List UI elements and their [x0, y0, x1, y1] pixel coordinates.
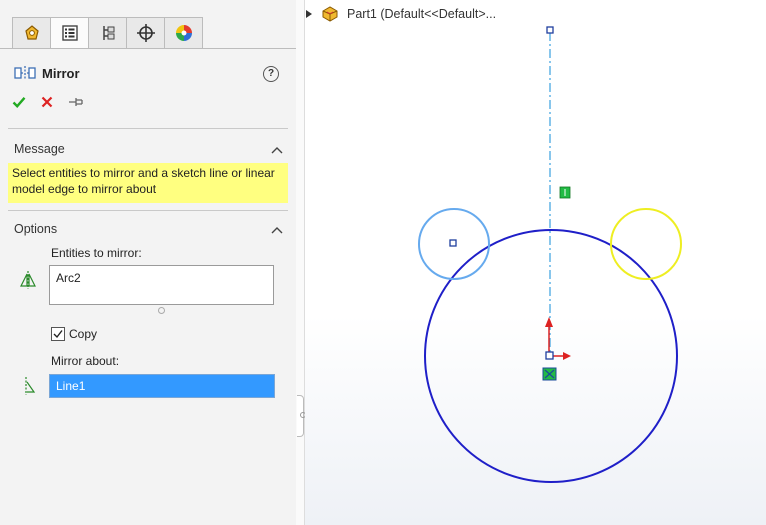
copy-label[interactable]: Copy — [69, 327, 97, 341]
centerline-endpoint[interactable] — [546, 26, 554, 34]
tab-divider — [0, 48, 296, 49]
flyout-feature-tree[interactable]: Part1 (Default<<Default>... — [305, 6, 496, 22]
sketch-canvas[interactable] — [305, 0, 766, 525]
origin-x-arrowhead — [563, 352, 571, 360]
mirror-about-field[interactable]: Line1 — [49, 374, 275, 398]
tab-dimxpert-manager[interactable] — [126, 17, 164, 49]
help-button[interactable]: ? — [263, 66, 279, 82]
graphics-area[interactable] — [305, 0, 766, 525]
part-icon — [322, 6, 338, 22]
mirror-about-value: Line1 — [56, 379, 86, 393]
display-manager-icon — [175, 25, 192, 41]
mirror-icon — [14, 66, 36, 80]
property-manager-panel: Mirror ? Message Select entities to mirr… — [0, 0, 297, 525]
page-title: Mirror — [42, 65, 80, 81]
options-section-title: Options — [14, 222, 58, 236]
source-arc-center[interactable] — [449, 239, 457, 247]
message-text: Select entities to mirror and a sketch l… — [8, 163, 288, 203]
copy-checkbox[interactable] — [51, 327, 65, 341]
mirror-about-icon — [25, 377, 36, 395]
property-manager-icon — [61, 25, 78, 41]
tab-display-manager[interactable] — [164, 17, 203, 49]
cancel-x-icon[interactable] — [40, 95, 54, 109]
tab-property-manager[interactable] — [50, 17, 88, 49]
mirrored-arc-preview — [610, 208, 682, 280]
centerline-endpoint-bottom[interactable] — [545, 351, 554, 360]
tab-feature-manager[interactable] — [12, 17, 50, 49]
pushpin-icon[interactable] — [68, 95, 84, 109]
configuration-manager-icon — [102, 26, 114, 40]
entities-to-mirror-icon — [20, 271, 36, 289]
feature-manager-icon — [24, 25, 39, 40]
checkmark-icon — [53, 330, 63, 339]
action-buttons — [12, 95, 84, 109]
list-item[interactable]: Arc2 — [56, 271, 267, 285]
divider — [8, 128, 288, 129]
part-tree-label[interactable]: Part1 (Default<<Default>... — [347, 7, 496, 21]
mirror-about-label: Mirror about: — [51, 354, 120, 368]
tab-configuration-manager[interactable] — [88, 17, 126, 49]
feature-title-row: Mirror — [14, 65, 80, 81]
chevron-up-icon[interactable] — [271, 146, 283, 154]
panel-splitter[interactable] — [296, 0, 305, 525]
message-section-title: Message — [14, 142, 65, 156]
ok-check-icon[interactable] — [12, 95, 26, 109]
divider — [8, 210, 288, 211]
origin-y-arrowhead — [545, 317, 553, 327]
resize-grip[interactable] — [158, 307, 165, 314]
expand-arrow-icon[interactable] — [305, 9, 313, 19]
dimxpert-manager-icon — [136, 24, 155, 42]
manager-tabs — [12, 17, 203, 49]
chevron-up-icon[interactable] — [271, 226, 283, 234]
entities-to-mirror-label: Entities to mirror: — [51, 246, 142, 260]
entities-to-mirror-list[interactable]: Arc2 — [49, 265, 274, 305]
